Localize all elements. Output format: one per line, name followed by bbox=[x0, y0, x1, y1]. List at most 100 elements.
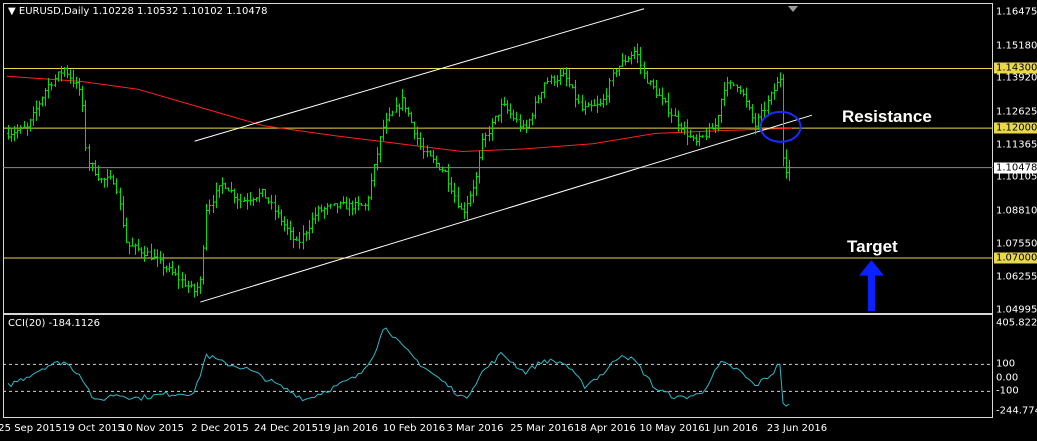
price-bar bbox=[546, 77, 549, 84]
price-bar bbox=[289, 220, 292, 241]
price-bar bbox=[494, 115, 497, 125]
price-bar bbox=[367, 195, 370, 211]
price-bar bbox=[171, 261, 174, 276]
price-tick-label: 1.08810 bbox=[996, 205, 1037, 217]
price-bar bbox=[705, 128, 708, 140]
price-bar bbox=[438, 162, 441, 171]
price-bar bbox=[457, 186, 460, 209]
price-bar bbox=[227, 187, 230, 192]
price-bar bbox=[587, 102, 590, 108]
price-bar bbox=[41, 96, 44, 107]
price-bar bbox=[100, 177, 103, 184]
price-bar bbox=[612, 67, 615, 87]
price-bar bbox=[329, 203, 332, 209]
price-bar bbox=[357, 196, 360, 211]
date-tick-label: 18 Apr 2016 bbox=[574, 423, 636, 434]
price-bar bbox=[695, 134, 698, 146]
price-bar bbox=[770, 91, 773, 105]
price-bar bbox=[246, 193, 249, 210]
symbol-timeframe: EURUSD,Daily bbox=[18, 6, 90, 17]
ohlc-values: 1.10228 1.10532 1.10102 1.10478 bbox=[92, 6, 268, 17]
price-tick-label: 1.06255 bbox=[996, 271, 1037, 283]
cci-tick-label: 405.8221 bbox=[996, 317, 1037, 329]
price-bar bbox=[252, 197, 255, 206]
price-bar bbox=[754, 112, 757, 135]
price-bar bbox=[264, 188, 267, 199]
price-bar bbox=[54, 74, 57, 87]
breakdown-circle bbox=[759, 110, 802, 143]
price-bar bbox=[388, 107, 391, 122]
price-bar bbox=[168, 262, 171, 273]
price-bar bbox=[35, 100, 38, 121]
price-bar bbox=[581, 95, 584, 112]
price-bar bbox=[550, 74, 553, 85]
price-tick-label: 1.12625 bbox=[996, 106, 1037, 118]
price-bar bbox=[187, 280, 190, 294]
price-bar bbox=[701, 135, 704, 138]
price-bar bbox=[305, 230, 308, 242]
price-bar bbox=[615, 68, 618, 78]
price-bar bbox=[577, 94, 580, 105]
price-bar bbox=[708, 122, 711, 139]
date-tick-label: 19 Jan 2016 bbox=[318, 423, 378, 434]
price-tick-label: 1.15180 bbox=[996, 40, 1037, 52]
price-bar bbox=[643, 61, 646, 79]
price-bar bbox=[19, 125, 22, 134]
price-bar bbox=[757, 113, 760, 130]
price-bar bbox=[382, 119, 385, 141]
level-price-tag: 1.12000 bbox=[994, 122, 1037, 134]
price-bar bbox=[23, 121, 26, 128]
price-bar bbox=[311, 212, 314, 234]
price-bar bbox=[509, 103, 512, 119]
resistance-annotation: Resistance bbox=[842, 107, 932, 126]
price-bar bbox=[515, 111, 518, 123]
price-bar bbox=[177, 265, 180, 289]
price-bar bbox=[491, 118, 494, 141]
price-bar bbox=[528, 118, 531, 130]
date-tick-label: 19 Oct 2015 bbox=[62, 423, 124, 434]
price-bar bbox=[531, 112, 534, 126]
price-bar bbox=[159, 250, 162, 264]
price-bar bbox=[689, 129, 692, 138]
price-bar bbox=[205, 203, 208, 251]
price-bar bbox=[230, 181, 233, 193]
price-bar bbox=[596, 95, 599, 113]
target-arrow-icon bbox=[859, 260, 884, 276]
price-bar bbox=[109, 169, 112, 180]
price-bar bbox=[122, 195, 125, 228]
price-bar bbox=[401, 88, 404, 111]
price-bar bbox=[444, 169, 447, 172]
price-bar bbox=[308, 220, 311, 241]
price-bar bbox=[208, 199, 211, 215]
cci-tick-label: -244.7742 bbox=[996, 405, 1037, 417]
price-bar bbox=[500, 98, 503, 123]
date-tick-label: 10 Nov 2015 bbox=[119, 423, 185, 434]
price-bar bbox=[69, 69, 72, 84]
price-bar bbox=[115, 178, 118, 195]
price-bar bbox=[91, 162, 94, 172]
price-bar bbox=[32, 106, 35, 126]
chart-menu-triangle-icon[interactable]: ▼ bbox=[8, 6, 16, 17]
price-bar bbox=[38, 100, 41, 117]
price-bar bbox=[270, 194, 273, 210]
price-bar bbox=[413, 121, 416, 140]
price-bar bbox=[112, 174, 115, 185]
price-bar bbox=[317, 205, 320, 222]
price-bar bbox=[354, 197, 357, 215]
price-bar bbox=[453, 182, 456, 204]
price-bar bbox=[277, 205, 280, 219]
price-bar bbox=[432, 149, 435, 164]
price-bar bbox=[670, 108, 673, 123]
price-bar bbox=[667, 92, 670, 118]
price-chart-svg bbox=[3, 6, 993, 407]
price-bar bbox=[658, 88, 661, 97]
price-tick-label: 1.10105 bbox=[996, 171, 1037, 183]
price-bar bbox=[342, 196, 345, 205]
price-tick-label: 1.04995 bbox=[996, 304, 1037, 316]
price-bar bbox=[146, 247, 149, 256]
price-bar bbox=[534, 96, 537, 120]
price-bar bbox=[84, 100, 87, 151]
price-bar bbox=[190, 280, 193, 288]
price-bar bbox=[184, 274, 187, 288]
price-bar bbox=[559, 68, 562, 86]
